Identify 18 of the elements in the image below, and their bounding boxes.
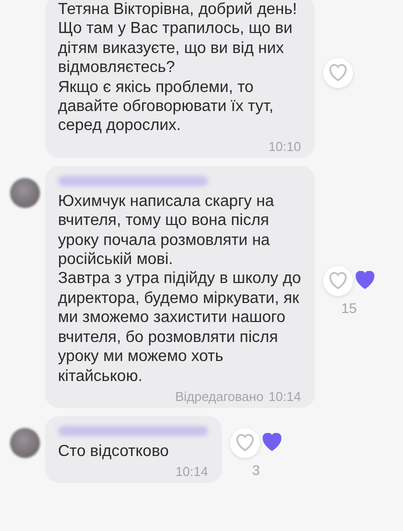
message-text: Якщо є якісь проблеми, то давайте обговорювати їх тут, серед дорослих.	[58, 78, 274, 136]
edited-label: Відредаговано	[175, 388, 264, 404]
heart-icon	[328, 63, 348, 83]
message-text: Що там у Вас трапилось, що ви дітям виказуєте, що ви від них відмовляєтесь?	[58, 19, 294, 78]
like-button[interactable]	[230, 428, 260, 458]
heart-icon	[235, 432, 255, 453]
message-text: Сто відсотково	[58, 442, 170, 462]
message-time: 10:10	[268, 138, 301, 154]
reaction-count: 15	[341, 298, 357, 318]
message-text: Юхимчук написала скаргу на вчителя, тому що вона після уроку почала розмовляти на російській мові.	[58, 192, 275, 270]
like-button[interactable]	[323, 58, 353, 88]
reaction-count: 3	[252, 460, 260, 480]
like-button[interactable]	[323, 266, 353, 296]
message-text: Завтра з утра підійду в школу до директора, будемо міркувати, як ми зможемо захистити нашого вчителя, бо розмовляти після уроку ми можемо хоть кітайською.	[58, 269, 301, 386]
message-text: Тетяна Вікторівна, добрий день!	[58, 0, 298, 20]
message-time: 10:14	[268, 388, 301, 404]
message-time: 10:14	[175, 464, 208, 480]
heart-icon	[328, 270, 348, 291]
